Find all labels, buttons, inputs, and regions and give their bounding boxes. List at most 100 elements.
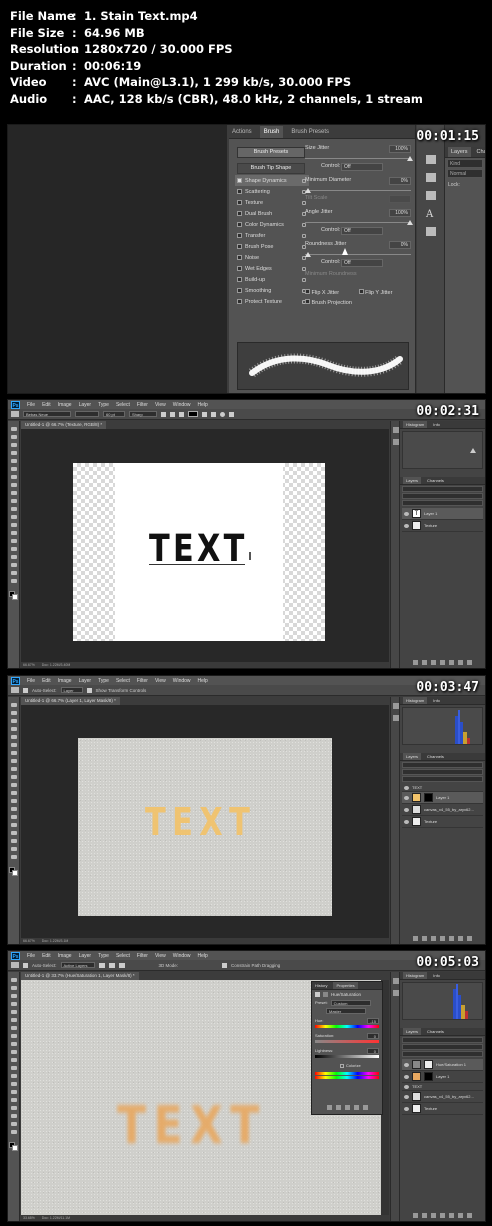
tab-info[interactable]: Info [433, 421, 440, 428]
zoom-tool-icon[interactable] [11, 855, 17, 859]
zoom-tool-icon[interactable] [11, 579, 17, 583]
checkbox[interactable] [237, 244, 242, 249]
menu-help[interactable]: Help [198, 402, 208, 408]
move-tool-icon[interactable] [11, 687, 19, 693]
lasso-tool-icon[interactable] [11, 443, 17, 447]
tab-layers[interactable]: Layers [403, 1028, 422, 1035]
layer-row[interactable]: Texture [402, 1103, 483, 1115]
checkbox[interactable] [237, 255, 242, 260]
saturation-value[interactable]: 0 [367, 1033, 379, 1039]
checkbox[interactable] [237, 266, 242, 271]
document-canvas[interactable]: TEXT [73, 463, 325, 641]
checkbox[interactable] [237, 288, 242, 293]
menu-filter[interactable]: Filter [137, 953, 148, 959]
checkbox[interactable] [237, 233, 242, 238]
colorize-checkbox[interactable] [340, 1063, 344, 1068]
menu-window[interactable]: Window [173, 953, 191, 959]
blend-mode-select[interactable] [402, 769, 483, 775]
brush-tip-shape[interactable]: Brush Tip Shape [237, 163, 305, 174]
blur-tool-icon[interactable] [11, 799, 17, 803]
size-jitter-value[interactable]: 100% [389, 145, 411, 153]
brush-tool-icon[interactable] [11, 483, 17, 487]
font-style-select[interactable] [75, 411, 99, 417]
tab-channels[interactable]: Channels [427, 477, 444, 484]
size-jitter-slider[interactable] [305, 158, 411, 159]
menu-edit[interactable]: Edit [42, 402, 51, 408]
folder-icon[interactable] [449, 660, 454, 665]
folder-icon[interactable] [449, 936, 454, 941]
type-tool-icon[interactable] [11, 1098, 17, 1102]
gradient-tool-icon[interactable] [11, 1066, 17, 1070]
tab-brush[interactable]: Brush [259, 125, 284, 138]
warp-text-icon[interactable] [202, 411, 207, 417]
dodge-tool-icon[interactable] [11, 531, 17, 535]
hue-slider[interactable] [315, 1025, 379, 1028]
preset-select[interactable]: Custom [330, 1000, 371, 1006]
eye-icon[interactable] [404, 819, 409, 824]
brush-tool-icon[interactable] [11, 1034, 17, 1038]
align-icon[interactable] [98, 962, 105, 968]
eye-icon[interactable] [404, 523, 409, 528]
menu-help[interactable]: Help [198, 678, 208, 684]
checkbox[interactable] [237, 277, 242, 282]
healing-tool-icon[interactable] [11, 751, 17, 755]
link-icon[interactable] [413, 936, 418, 941]
menu-type[interactable]: Type [98, 402, 109, 408]
move-tool-icon[interactable] [11, 703, 17, 707]
blend-mode-select[interactable] [402, 493, 483, 499]
marquee-tool-icon[interactable] [11, 435, 17, 439]
option-protect-texture[interactable]: Protect Texture [235, 296, 309, 307]
menu-select[interactable]: Select [116, 953, 130, 959]
slider-knob[interactable] [305, 252, 311, 257]
option-noise[interactable]: Noise [235, 252, 309, 263]
healing-tool-icon[interactable] [11, 1026, 17, 1030]
quick-select-tool-icon[interactable] [11, 451, 17, 455]
auto-select-checkbox[interactable] [23, 687, 28, 693]
tab-history[interactable]: History [315, 982, 327, 989]
new-layer-icon[interactable] [458, 660, 463, 665]
tab-channels[interactable]: Channe [477, 147, 485, 157]
fx-icon[interactable] [422, 936, 427, 941]
eye-icon[interactable] [404, 785, 409, 790]
eyedropper-tool-icon[interactable] [11, 1018, 17, 1022]
tab-histogram[interactable]: Histogram [403, 697, 428, 704]
align-center-icon[interactable] [170, 411, 175, 417]
history-brush-tool-icon[interactable] [11, 1050, 17, 1054]
menu-file[interactable]: File [27, 678, 35, 684]
path-select-tool-icon[interactable] [11, 1106, 17, 1110]
menu-edit[interactable]: Edit [42, 953, 51, 959]
menu-image[interactable]: Image [58, 402, 72, 408]
canvas-text[interactable]: TEXT [117, 1096, 267, 1156]
tab-layers[interactable]: Layers [448, 147, 471, 157]
zoom-level[interactable]: 33.68% [23, 1216, 35, 1220]
eye-icon[interactable] [404, 1106, 409, 1111]
lightness-slider[interactable] [315, 1055, 379, 1058]
align-icon[interactable] [108, 962, 115, 968]
marquee-tool-icon[interactable] [11, 986, 17, 990]
eraser-tool-icon[interactable] [11, 783, 17, 787]
menu-type[interactable]: Type [98, 953, 109, 959]
dodge-tool-icon[interactable] [11, 807, 17, 811]
saturation-slider[interactable] [315, 1040, 379, 1043]
brush-icon[interactable] [426, 155, 436, 164]
menu-select[interactable]: Select [116, 402, 130, 408]
move-tool-icon[interactable] [11, 427, 17, 431]
eye-icon[interactable] [404, 807, 409, 812]
auto-select-target[interactable]: Active Layers [60, 962, 95, 968]
eyedropper-tool-icon[interactable] [11, 743, 17, 747]
background-color-swatch[interactable] [12, 1145, 18, 1151]
type-tool-icon[interactable] [11, 411, 19, 417]
option-color-dynamics[interactable]: Color Dynamics [235, 219, 309, 230]
kind-filter[interactable] [402, 486, 483, 492]
align-left-icon[interactable] [161, 411, 166, 417]
option-build-up[interactable]: Build-up [235, 274, 309, 285]
pen-tool-icon[interactable] [11, 539, 17, 543]
checkbox[interactable] [237, 222, 242, 227]
stamp-tool-icon[interactable] [11, 1042, 17, 1046]
fx-icon[interactable] [422, 1213, 427, 1218]
menu-view[interactable]: View [155, 402, 166, 408]
checkbox[interactable] [237, 189, 242, 194]
auto-select-target[interactable]: Layer [60, 687, 83, 693]
eye-icon[interactable] [404, 1062, 409, 1067]
menu-type[interactable]: Type [98, 678, 109, 684]
